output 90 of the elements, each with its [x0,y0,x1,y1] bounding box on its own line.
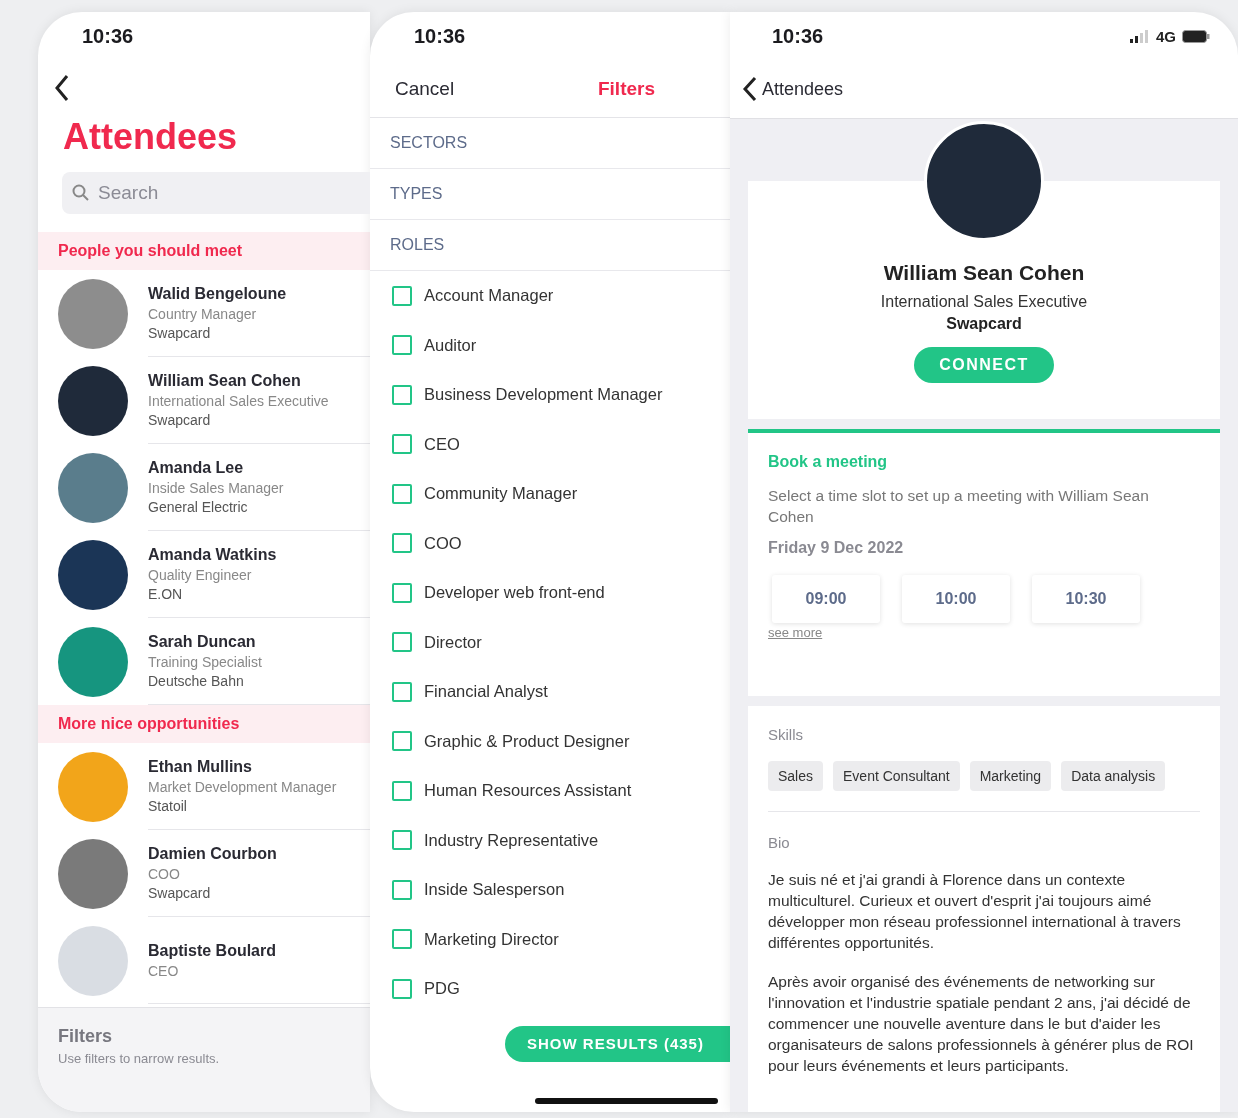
person-role: COO [148,866,181,882]
person-company: Swapcard [148,412,212,428]
role-label[interactable]: Marketing Director [424,929,559,949]
person-name[interactable]: Amanda Watkins [148,546,370,564]
profile-role: International Sales Executive [880,293,1088,311]
filters-title: Filters [58,1026,114,1047]
person-company: Swapcard [148,325,212,341]
meeting-description: Select a time slot to set up a meeting with William Sean Cohen [768,486,1150,527]
person-company: Statoil [148,798,188,814]
meeting-date: Friday 9 Dec 2022 [768,539,905,557]
checkbox[interactable] [392,681,412,702]
checkbox[interactable] [392,483,412,504]
person-role: Inside Sales Manager [148,480,285,496]
search-field[interactable]: Search [62,172,370,214]
checkbox[interactable] [392,434,412,455]
bio-paragraph: Je suis né et j'ai grandi à Florence dans un contexte multiculturel. Curieux et ouvert d'esprit j'ai toujours aimé développer mon réseau professionnel international à travers différentes opportunités. [768,870,1182,953]
person-name[interactable]: William Sean Cohen [148,372,370,390]
person-role: CEO [148,962,180,979]
role-label[interactable]: CEO [424,434,460,454]
bio-label: Bio [768,834,791,851]
section-header: People you should meet [38,232,370,270]
battery-icon [1182,29,1210,43]
person-name[interactable]: Sarah Duncan [148,633,370,651]
role-label[interactable]: Financial Analyst [424,682,548,702]
person-name[interactable]: Baptiste Boulard [148,941,370,960]
time-slot[interactable]: 09:00 [772,575,880,623]
time-slot[interactable]: 10:30 [1032,575,1140,623]
role-label[interactable]: Graphic & Product Designer [424,731,630,751]
status-time: 10:36 [414,24,466,48]
person-role: Training Specialist [148,654,263,670]
back-icon[interactable] [54,74,70,102]
profile-name: William Sean Cohen [883,261,1085,285]
cancel-button[interactable]: Cancel [395,77,455,100]
role-label[interactable]: Industry Representative [424,830,599,850]
checkbox[interactable] [392,384,412,405]
filters-hint: Use filters to narrow results. [58,1051,221,1066]
checkbox[interactable] [392,780,412,801]
person-company: Swapcard [148,885,212,901]
role-label[interactable]: Account Manager [424,286,554,306]
role-label[interactable]: COO [424,533,462,553]
person-role: Quality Engineer [148,567,253,583]
skill-tag: Marketing [969,761,1052,791]
person-name[interactable]: Amanda Lee [148,459,370,477]
role-label[interactable]: Human Resources Assistant [424,781,632,801]
back-icon [742,76,758,102]
skill-tag: Data analysis [1061,761,1166,791]
person-name[interactable]: Ethan Mullins [148,758,370,776]
person-role: Country Manager [148,306,258,322]
checkbox[interactable] [392,929,412,950]
search-icon [72,184,90,202]
skills-label: Skills [768,726,804,743]
checkbox[interactable] [392,285,412,306]
checkbox[interactable] [392,879,412,900]
profile-company: Swapcard [946,315,1022,333]
skill-tag: Event Consultant [833,761,960,791]
role-label[interactable]: Community Manager [424,484,578,504]
see-more-link[interactable]: see more [768,625,823,640]
network-label: 4G [1156,27,1176,45]
bio-paragraph: Après avoir organisé des événements de networking sur l'innovation et l'industrie spatiale pendant 2 ans, j'ai décidé de commencer une nouvelle aventure dans le but d'aider les organisateurs de salons professionnels à générer plus de ROI pour leurs événements et leurs participants. [768,972,1195,1076]
back-link[interactable]: Attendees [742,60,1238,118]
checkbox[interactable] [392,731,412,752]
checkbox[interactable] [392,335,412,356]
page-title: Attendees [63,116,239,158]
person-company: General Electric [148,499,249,515]
checkbox[interactable] [392,830,412,851]
section-header: More nice opportunities [38,705,370,743]
role-label[interactable]: Inside Salesperson [424,880,565,900]
status-time: 10:36 [772,24,824,48]
checkbox[interactable] [392,582,412,603]
meeting-title: Book a meeting [768,453,889,471]
person-role: International Sales Executive [148,393,330,409]
role-label[interactable]: Director [424,632,482,652]
signal-icon [1130,29,1150,43]
person-company: E.ON [148,586,184,602]
role-label[interactable]: PDG [424,979,460,999]
role-label[interactable]: Developer web front-end [424,583,605,603]
person-company: Deutsche Bahn [148,673,245,689]
screen-title: Filters [597,77,655,100]
role-label[interactable]: Business Development Manager [424,385,663,405]
checkbox[interactable] [392,632,412,653]
person-name[interactable]: Damien Courbon [148,845,370,863]
role-label[interactable]: Auditor [424,335,477,355]
skill-tag: Sales [768,761,824,791]
status-time: 10:36 [82,24,134,48]
filters-panel[interactable]: Filters Use filters to narrow results. [38,1007,370,1112]
checkbox[interactable] [392,533,412,554]
time-slot[interactable]: 10:00 [902,575,1010,623]
checkbox[interactable] [392,978,412,999]
person-role: Market Development Manager [148,779,338,795]
person-name[interactable]: Walid Bengeloune [148,285,370,303]
